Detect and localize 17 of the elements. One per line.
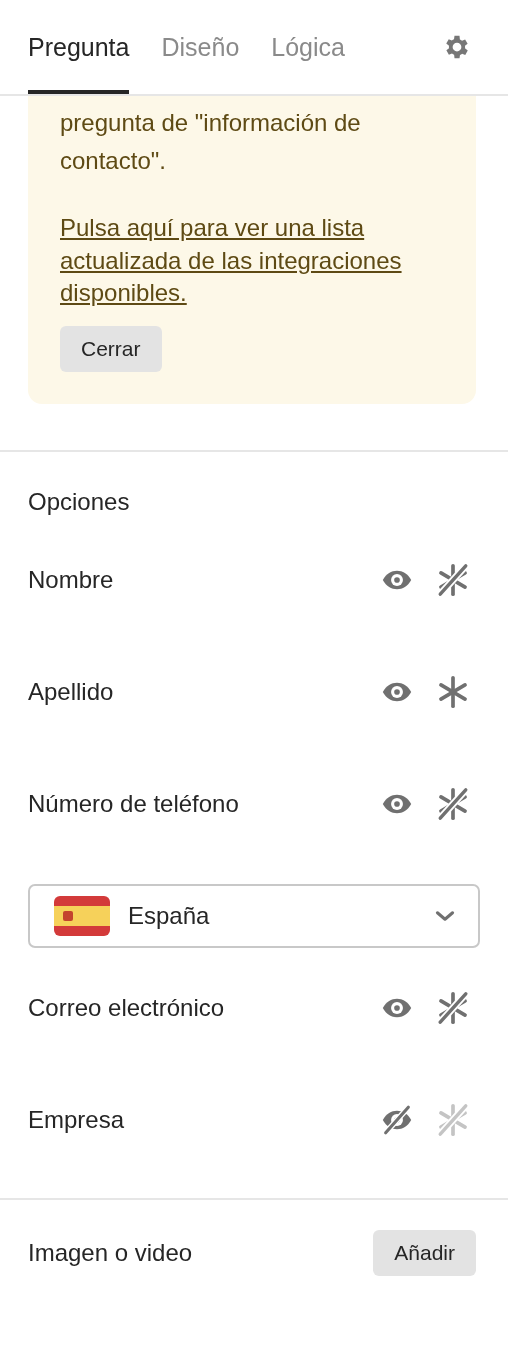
- section-title: Imagen o video: [28, 1238, 193, 1267]
- option-label: Empresa: [28, 1105, 125, 1134]
- notice-text: pregunta de "información de contacto".: [60, 108, 362, 176]
- crossed-asterisk-icon[interactable]: [436, 990, 470, 1025]
- crossed-asterisk-icon[interactable]: [436, 562, 470, 597]
- asterisk-icon[interactable]: [436, 674, 470, 709]
- option-label: Apellido: [28, 677, 114, 706]
- close-button[interactable]: Cerrar: [60, 325, 162, 372]
- country-select[interactable]: España: [28, 883, 480, 948]
- section-title: Opciones: [28, 486, 131, 517]
- option-label: Nombre: [28, 565, 114, 594]
- link[interactable]: Pulsa aquí para ver una lista actualizada de las integraciones disponibles.: [60, 212, 444, 310]
- crossed-asterisk-icon[interactable]: [436, 786, 470, 821]
- option-label: Correo electrónico: [28, 993, 225, 1022]
- option-label: Número de teléfono: [28, 789, 239, 818]
- add-button[interactable]: Añadir: [373, 1229, 476, 1276]
- flag-icon: [54, 895, 110, 936]
